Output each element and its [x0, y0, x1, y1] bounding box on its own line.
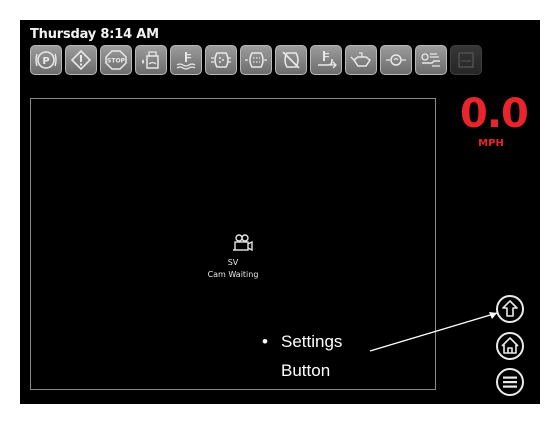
- camera-view[interactable]: SV Cam Waiting: [30, 98, 436, 390]
- regen-inhibit-icon: [275, 45, 307, 75]
- menu-button[interactable]: [495, 367, 525, 397]
- stop-icon: STOP: [100, 45, 132, 75]
- oil-pressure-icon: [345, 45, 377, 75]
- speed-value: 0.0: [460, 91, 529, 137]
- callout-bullet: •: [262, 332, 268, 351]
- camera-icon: [233, 234, 253, 252]
- callout-label-line2: Button: [281, 361, 331, 380]
- coolant-temp-icon: [170, 45, 202, 75]
- dpf-icon: [205, 45, 237, 75]
- home-button[interactable]: [495, 331, 525, 361]
- camera-label: SV: [227, 258, 239, 267]
- svg-text:P: P: [42, 56, 49, 67]
- dpf-regen-icon: [240, 45, 272, 75]
- exhaust-temp-icon: [310, 45, 342, 75]
- parking-brake-icon: P: [30, 45, 62, 75]
- clock: Thursday 8:14 AM: [30, 27, 159, 42]
- def-level-icon: [450, 45, 482, 75]
- fuel-water-icon: [135, 45, 167, 75]
- display-screen: Thursday 8:14 AM P STOP SV Cam Waiting 0…: [20, 20, 540, 404]
- callout-label-line1: Settings: [281, 332, 343, 351]
- transmission-icon: [415, 45, 447, 75]
- warning-icon: [65, 45, 97, 75]
- menu-icon: [503, 376, 517, 388]
- glow-plug-icon: [380, 45, 412, 75]
- settings-button[interactable]: [495, 294, 525, 324]
- camera-status: Cam Waiting: [207, 270, 259, 279]
- speed-unit: MPH: [478, 138, 504, 149]
- stop-icon-label: STOP: [107, 58, 126, 65]
